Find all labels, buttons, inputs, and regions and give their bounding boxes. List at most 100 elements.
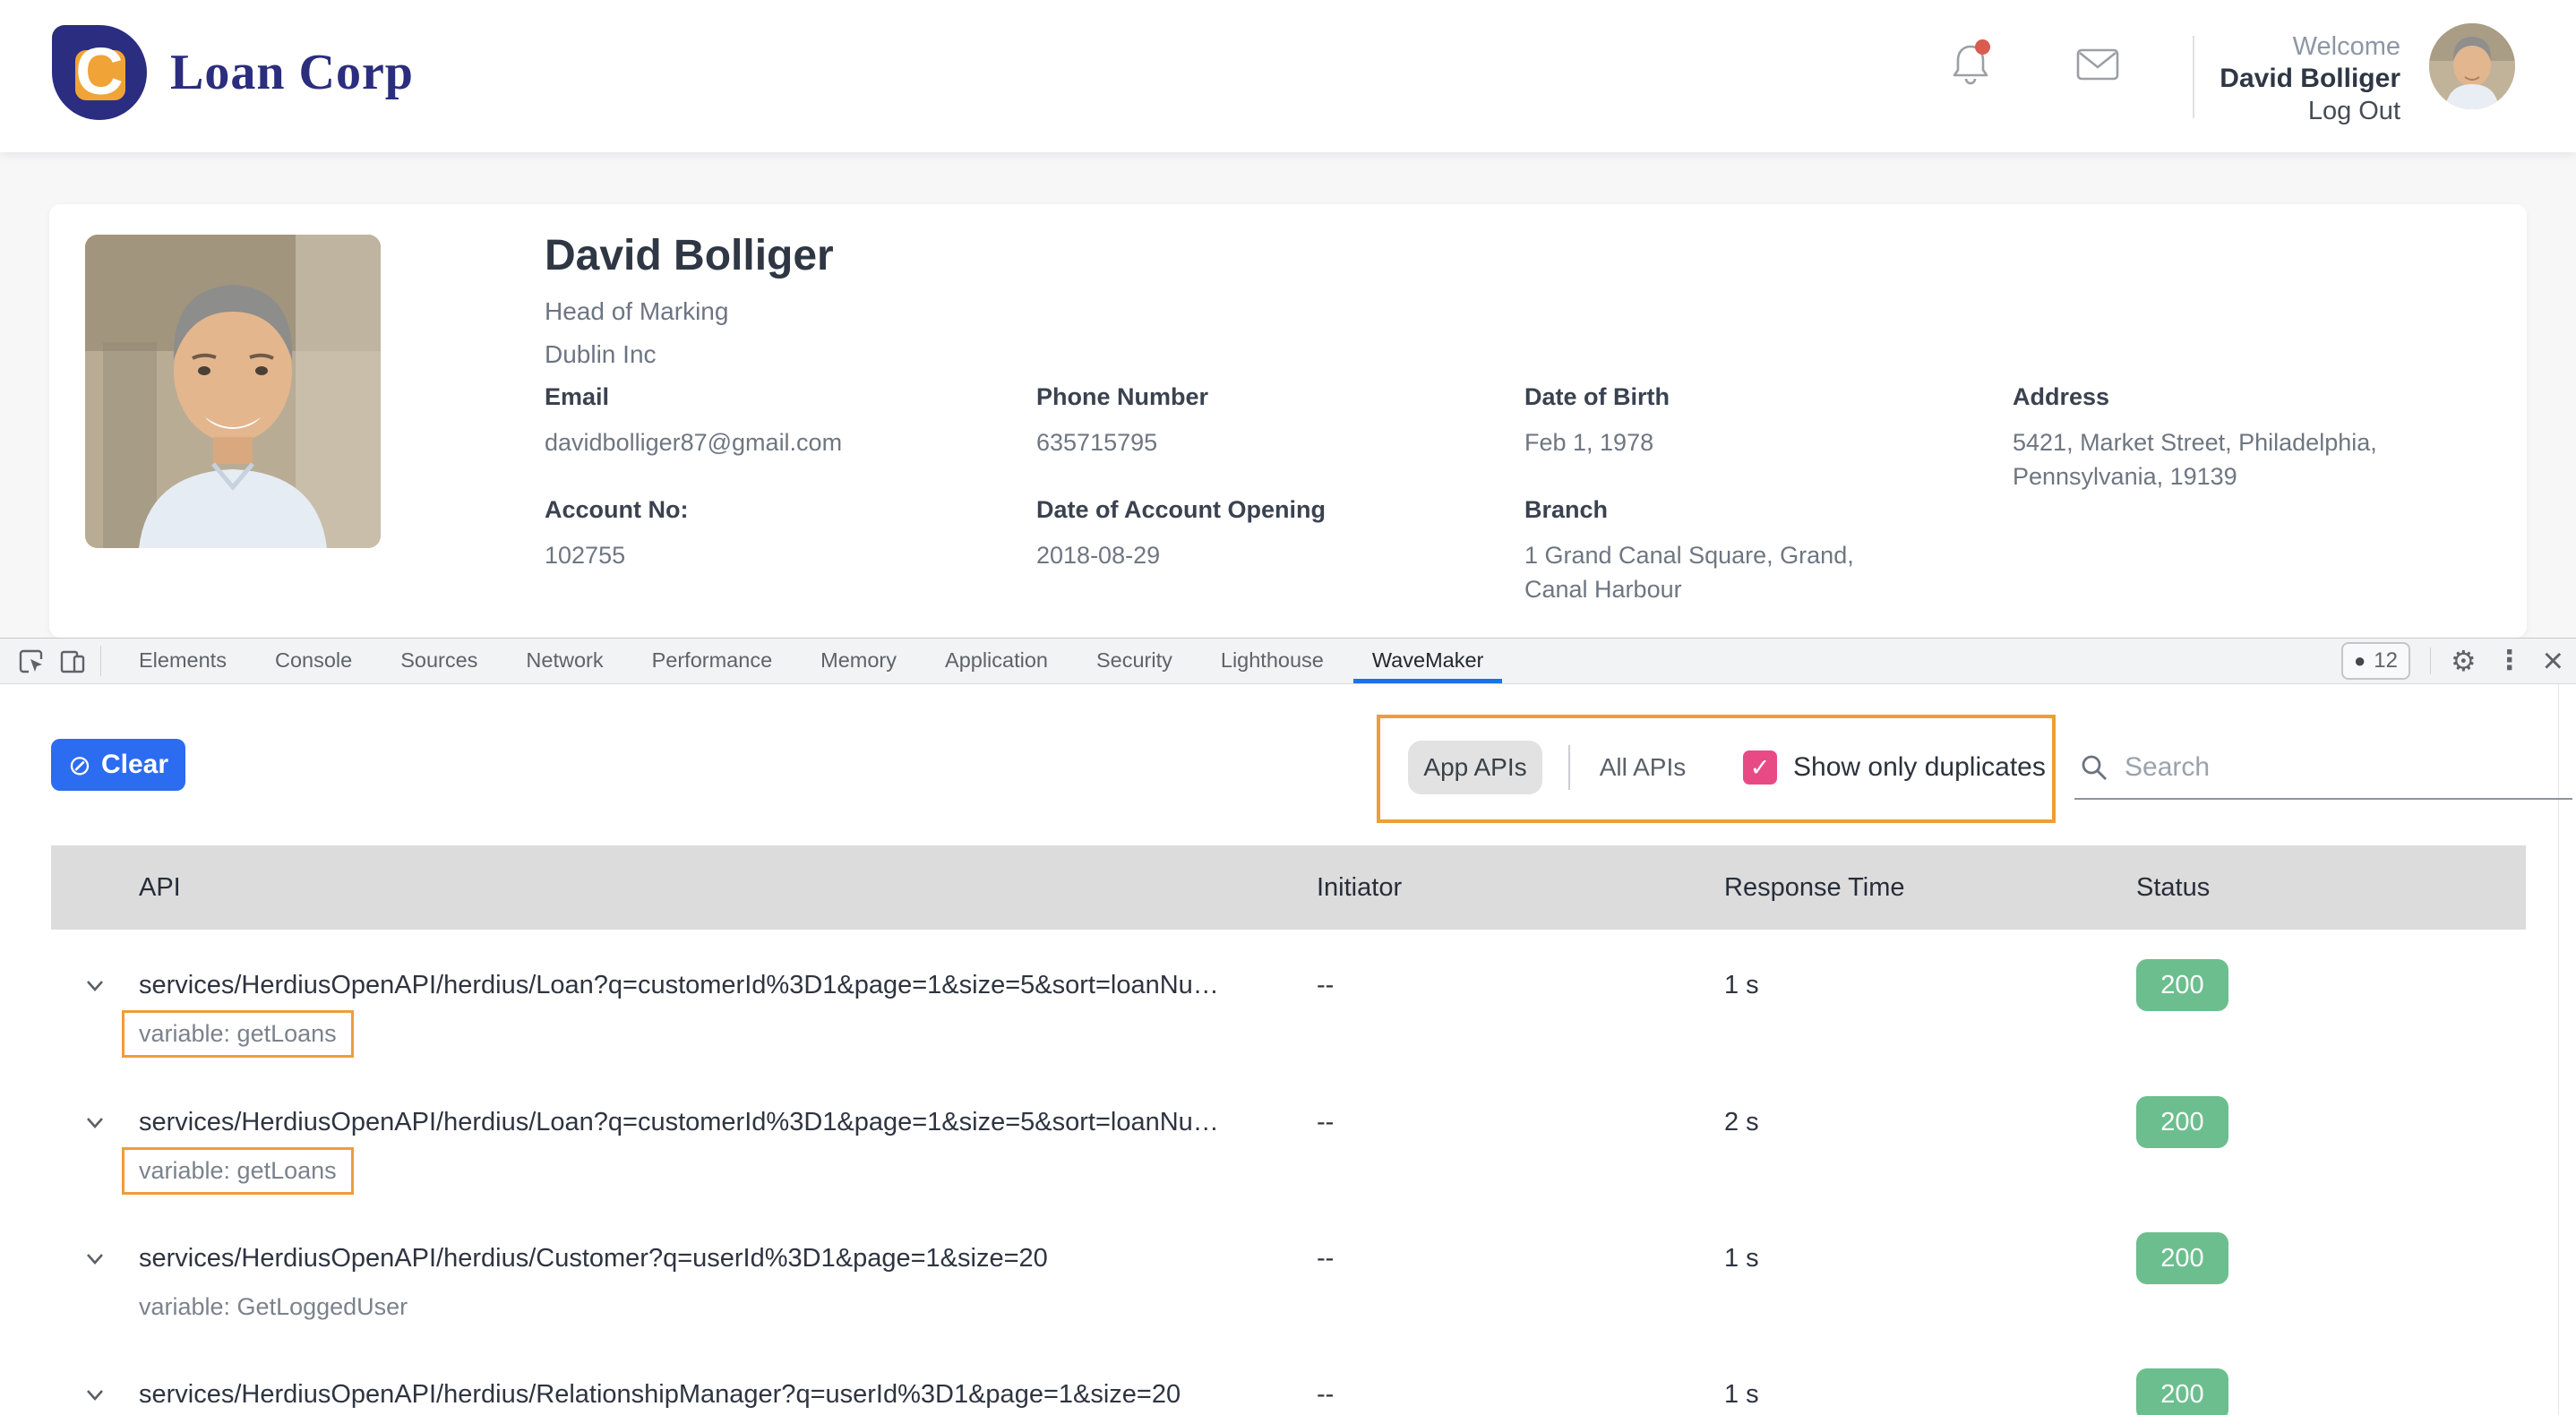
response-time-value: 1 s (1724, 959, 1759, 1011)
api-filter-group-highlight: App APIs All APIs ✓ Show only duplicates (1377, 715, 2056, 823)
table-row[interactable]: services/HerdiusOpenAPI/herdius/Relation… (51, 1351, 2526, 1415)
show-duplicates-label: Show only duplicates (1793, 741, 2046, 794)
app-header: C Loan Corp Welcome David Bolliger Log O… (0, 0, 2576, 152)
settings-gear-icon[interactable]: ⚙ (2451, 647, 2477, 675)
more-options-kebab-icon[interactable]: ⋮ (2496, 647, 2523, 674)
address-label: Address (2013, 383, 2109, 411)
email-label: Email (545, 383, 609, 411)
table-row[interactable]: services/HerdiusOpenAPI/herdius/Loan?q=c… (51, 1079, 2526, 1217)
clear-slash-icon: ⊘ (68, 751, 91, 779)
customer-profile-card: David Bolliger Head of Marking Dublin In… (49, 204, 2527, 638)
response-time-value: 1 s (1724, 1368, 1759, 1415)
column-header-status: Status (2136, 845, 2210, 930)
status-badge: 200 (2136, 1368, 2228, 1415)
table-row[interactable]: services/HerdiusOpenAPI/herdius/Customer… (51, 1215, 2526, 1353)
profile-photo (85, 235, 381, 548)
logo-monogram: C (52, 25, 147, 120)
email-value: davidbolliger87@gmail.com (545, 425, 842, 459)
record-dot-icon: ● (2354, 651, 2366, 671)
variable-tag-highlighted: variable: getLoans (122, 1147, 354, 1195)
phone-value: 635715795 (1036, 425, 1157, 459)
tab-elements[interactable]: Elements (115, 639, 251, 683)
search-field (2074, 737, 2522, 800)
logo[interactable]: C Loan Corp (52, 25, 414, 120)
column-header-initiator: Initiator (1317, 845, 1402, 930)
tab-wavemaker[interactable]: WaveMaker (1348, 639, 1508, 683)
tab-lighthouse[interactable]: Lighthouse (1197, 639, 1348, 683)
initiator-value: -- (1317, 959, 1334, 1011)
initiator-value: -- (1317, 1232, 1334, 1284)
wavemaker-panel: ⊘ Clear App APIs All APIs ✓ Show only du… (0, 683, 2576, 1415)
account-no-value: 102755 (545, 538, 625, 572)
welcome-label: Welcome (2220, 30, 2400, 63)
tab-console[interactable]: Console (251, 639, 376, 683)
show-duplicates-checkbox[interactable]: ✓ (1743, 750, 1777, 785)
logout-link[interactable]: Log Out (2220, 95, 2400, 127)
close-devtools-icon[interactable]: × (2543, 643, 2563, 679)
chevron-down-icon[interactable] (83, 1247, 107, 1270)
profile-job-title: Head of Marking (545, 297, 728, 326)
welcome-block: Welcome David Bolliger Log Out (2220, 30, 2400, 127)
issues-count: 12 (2374, 648, 2398, 673)
variable-tag-highlighted: variable: getLoans (122, 1010, 354, 1058)
dob-value: Feb 1, 1978 (1524, 425, 1653, 459)
chevron-down-icon[interactable] (83, 1383, 107, 1406)
issues-count-badge[interactable]: ● 12 (2341, 642, 2410, 680)
variable-tag: variable: GetLoggedUser (122, 1283, 425, 1331)
search-input[interactable] (2074, 737, 2572, 800)
notification-dot (1975, 39, 1990, 55)
branch-value: 1 Grand Canal Square, Grand, Canal Harbo… (1524, 538, 1910, 606)
api-url: services/HerdiusOpenAPI/herdius/Loan?q=c… (139, 1096, 1219, 1148)
profile-name: David Bolliger (545, 231, 834, 280)
devtools-bar: Elements Console Sources Network Perform… (0, 638, 2576, 684)
account-opening-label: Date of Account Opening (1036, 496, 1326, 524)
profile-company: Dublin Inc (545, 340, 657, 369)
response-time-value: 1 s (1724, 1232, 1759, 1284)
header-user-name: David Bolliger (2220, 63, 2400, 95)
user-avatar[interactable] (2429, 23, 2515, 109)
column-header-response-time: Response Time (1724, 845, 1905, 930)
app-apis-toggle[interactable]: App APIs (1408, 741, 1542, 794)
address-value: 5421, Market Street, Philadelphia, Penns… (2013, 425, 2398, 493)
table-row[interactable]: services/HerdiusOpenAPI/herdius/Loan?q=c… (51, 930, 2526, 1081)
tab-network[interactable]: Network (502, 639, 627, 683)
messages-mail-icon[interactable] (2076, 48, 2119, 81)
logo-text: Loan Corp (170, 44, 414, 101)
tab-memory[interactable]: Memory (796, 639, 921, 683)
api-url: services/HerdiusOpenAPI/herdius/Loan?q=c… (139, 959, 1219, 1011)
response-time-value: 2 s (1724, 1096, 1759, 1148)
header-divider (2193, 36, 2194, 118)
api-url: services/HerdiusOpenAPI/herdius/Customer… (139, 1232, 1048, 1284)
clear-button-label: Clear (101, 750, 168, 780)
all-apis-toggle[interactable]: All APIs (1598, 741, 1687, 794)
inspect-element-icon[interactable] (18, 647, 45, 674)
tab-application[interactable]: Application (921, 639, 1072, 683)
devtools-separator (100, 646, 101, 676)
dob-label: Date of Birth (1524, 383, 1670, 411)
device-toolbar-icon[interactable] (59, 647, 86, 674)
api-url: services/HerdiusOpenAPI/herdius/Relation… (139, 1368, 1181, 1415)
account-no-label: Account No: (545, 496, 688, 524)
devtools-controls: ● 12 ⚙ ⋮ × (2341, 639, 2563, 683)
api-table-header: API Initiator Response Time Status (51, 845, 2526, 930)
initiator-value: -- (1317, 1096, 1334, 1148)
tab-security[interactable]: Security (1072, 639, 1197, 683)
clear-button[interactable]: ⊘ Clear (51, 739, 185, 791)
chevron-down-icon[interactable] (83, 1111, 107, 1134)
notifications-bell-icon[interactable] (1949, 41, 1992, 88)
initiator-value: -- (1317, 1368, 1334, 1415)
status-badge: 200 (2136, 1096, 2228, 1148)
screen: C Loan Corp Welcome David Bolliger Log O… (0, 0, 2576, 1415)
branch-label: Branch (1524, 496, 1608, 524)
status-badge: 200 (2136, 959, 2228, 1011)
toggle-separator (1568, 745, 1570, 790)
loan-corp-logo-icon: C (52, 25, 147, 120)
chevron-down-icon[interactable] (83, 973, 107, 997)
phone-label: Phone Number (1036, 383, 1208, 411)
tab-sources[interactable]: Sources (376, 639, 502, 683)
column-header-api: API (139, 845, 181, 930)
status-badge: 200 (2136, 1232, 2228, 1284)
devtools-controls-separator (2430, 647, 2431, 674)
devtools-tabs: Elements Console Sources Network Perform… (115, 639, 1507, 683)
tab-performance[interactable]: Performance (628, 639, 797, 683)
